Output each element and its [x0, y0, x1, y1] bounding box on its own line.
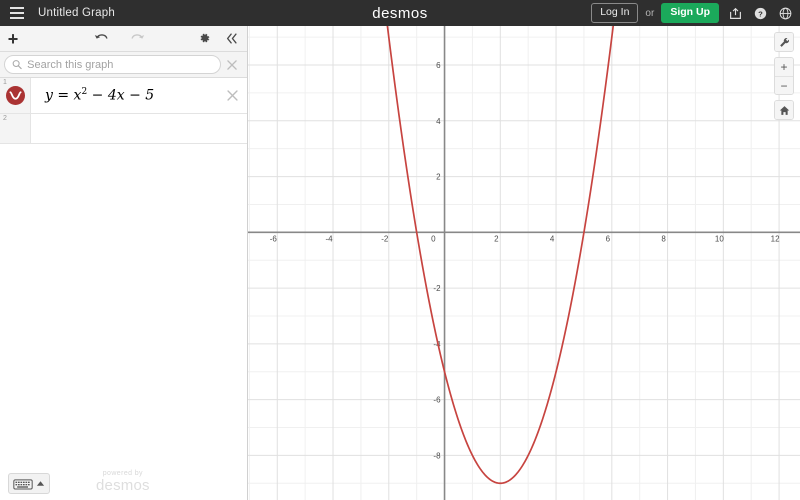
x-axis-tick-label: -2 [381, 234, 389, 243]
keyboard-toggle-button[interactable] [8, 473, 50, 494]
login-button[interactable]: Log In [591, 3, 639, 23]
desmos-calculator: Untitled Graph desmos Log In or Sign Up … [0, 0, 800, 500]
y-axis-tick-label: 4 [436, 117, 441, 126]
settings-group [774, 32, 794, 52]
x-axis-tick-label: -4 [325, 234, 333, 243]
graph-plot[interactable]: -6 -4 -2 0 2 4 6 8 10 12642-2-4-6-8 [248, 26, 800, 500]
x-axis-tick-label: -6 [270, 234, 278, 243]
expression-gutter: 1 [0, 78, 31, 113]
or-label: or [645, 7, 655, 19]
collapse-panel-button[interactable] [219, 27, 245, 51]
svg-text:?: ? [758, 9, 763, 18]
redo-arrow-icon [130, 34, 144, 39]
undo-arrow-icon [94, 34, 108, 39]
gear-icon[interactable] [191, 27, 217, 51]
close-x-icon [227, 59, 237, 70]
hamburger-icon[interactable] [4, 0, 30, 26]
expression-list: 1 y = x2 − 4x − 5 2 [0, 78, 247, 144]
home-icon[interactable] [775, 101, 793, 119]
expression-math: y = x2 − 4x − 5 [45, 87, 155, 104]
zoom-in-button[interactable]: + [775, 58, 793, 76]
x-axis-tick-label: 0 [431, 234, 436, 243]
panel-footer: powered by desmos [0, 460, 247, 500]
zoom-out-button[interactable]: − [775, 76, 793, 94]
expression-body[interactable]: y = x2 − 4x − 5 [31, 78, 247, 113]
expression-body[interactable] [31, 114, 247, 143]
expression-panel: + Search this graph 1 y = x2 − 4x − 5 2 … [0, 26, 248, 500]
panel-toolbar-right [191, 27, 245, 51]
graph-canvas[interactable]: -6 -4 -2 0 2 4 6 8 10 12 6 4 2 -2 -4 -6 -8 + − [248, 26, 800, 500]
search-row [0, 52, 247, 78]
x-axis-tick-label: 4 [550, 234, 555, 243]
magnifier-icon [12, 60, 22, 70]
caret-up-icon [36, 481, 45, 486]
help-circle-icon[interactable]: ? [751, 4, 769, 22]
expression-gutter: 2 [0, 114, 31, 143]
add-expression-button[interactable]: + [0, 27, 26, 51]
y-axis-tick-label: -6 [433, 396, 441, 405]
close-x-icon [226, 90, 238, 101]
header-actions: Log In or Sign Up ? [591, 0, 794, 26]
search-input[interactable] [27, 58, 213, 71]
search-clear-button[interactable] [221, 59, 243, 71]
delete-expression-button[interactable] [223, 87, 241, 105]
zoom-group: + − [774, 57, 794, 95]
redo-button[interactable] [124, 27, 150, 51]
expression-number: 1 [3, 79, 7, 86]
app-header: Untitled Graph desmos Log In or Sign Up … [0, 0, 800, 26]
x-axis-tick-label: 2 [494, 234, 499, 243]
y-axis-tick-label: 2 [436, 173, 441, 182]
desmos-brand-label: desmos [96, 476, 150, 494]
plus-icon: + [7, 28, 19, 49]
y-axis-tick-label: -2 [433, 284, 441, 293]
keyboard-icon [13, 478, 33, 489]
page-title[interactable]: Untitled Graph [38, 7, 115, 19]
y-axis-tick-label: 6 [436, 61, 441, 70]
history-controls [88, 27, 150, 51]
expression-number: 2 [3, 115, 7, 122]
signup-button[interactable]: Sign Up [661, 3, 719, 23]
x-axis-tick-label: 6 [606, 234, 611, 243]
share-icon[interactable] [726, 4, 744, 22]
graph-controls: + − [774, 32, 794, 120]
double-chevron-left-icon [226, 33, 237, 44]
home-group [774, 100, 794, 120]
powered-by-watermark: powered by desmos [96, 470, 150, 494]
x-axis-tick-label: 10 [715, 234, 724, 243]
panel-toolbar: + [0, 26, 247, 52]
undo-button[interactable] [88, 27, 114, 51]
globe-icon[interactable] [776, 4, 794, 22]
y-axis-tick-label: -8 [433, 451, 441, 460]
x-axis-tick-label: 8 [661, 234, 666, 243]
parabola-curve-icon[interactable] [5, 86, 25, 105]
expression-row-1[interactable]: 1 y = x2 − 4x − 5 [0, 78, 247, 114]
expression-row-2[interactable]: 2 [0, 114, 247, 144]
search-box[interactable] [4, 55, 221, 74]
x-axis-tick-label: 12 [771, 234, 780, 243]
wrench-icon[interactable] [775, 33, 793, 51]
